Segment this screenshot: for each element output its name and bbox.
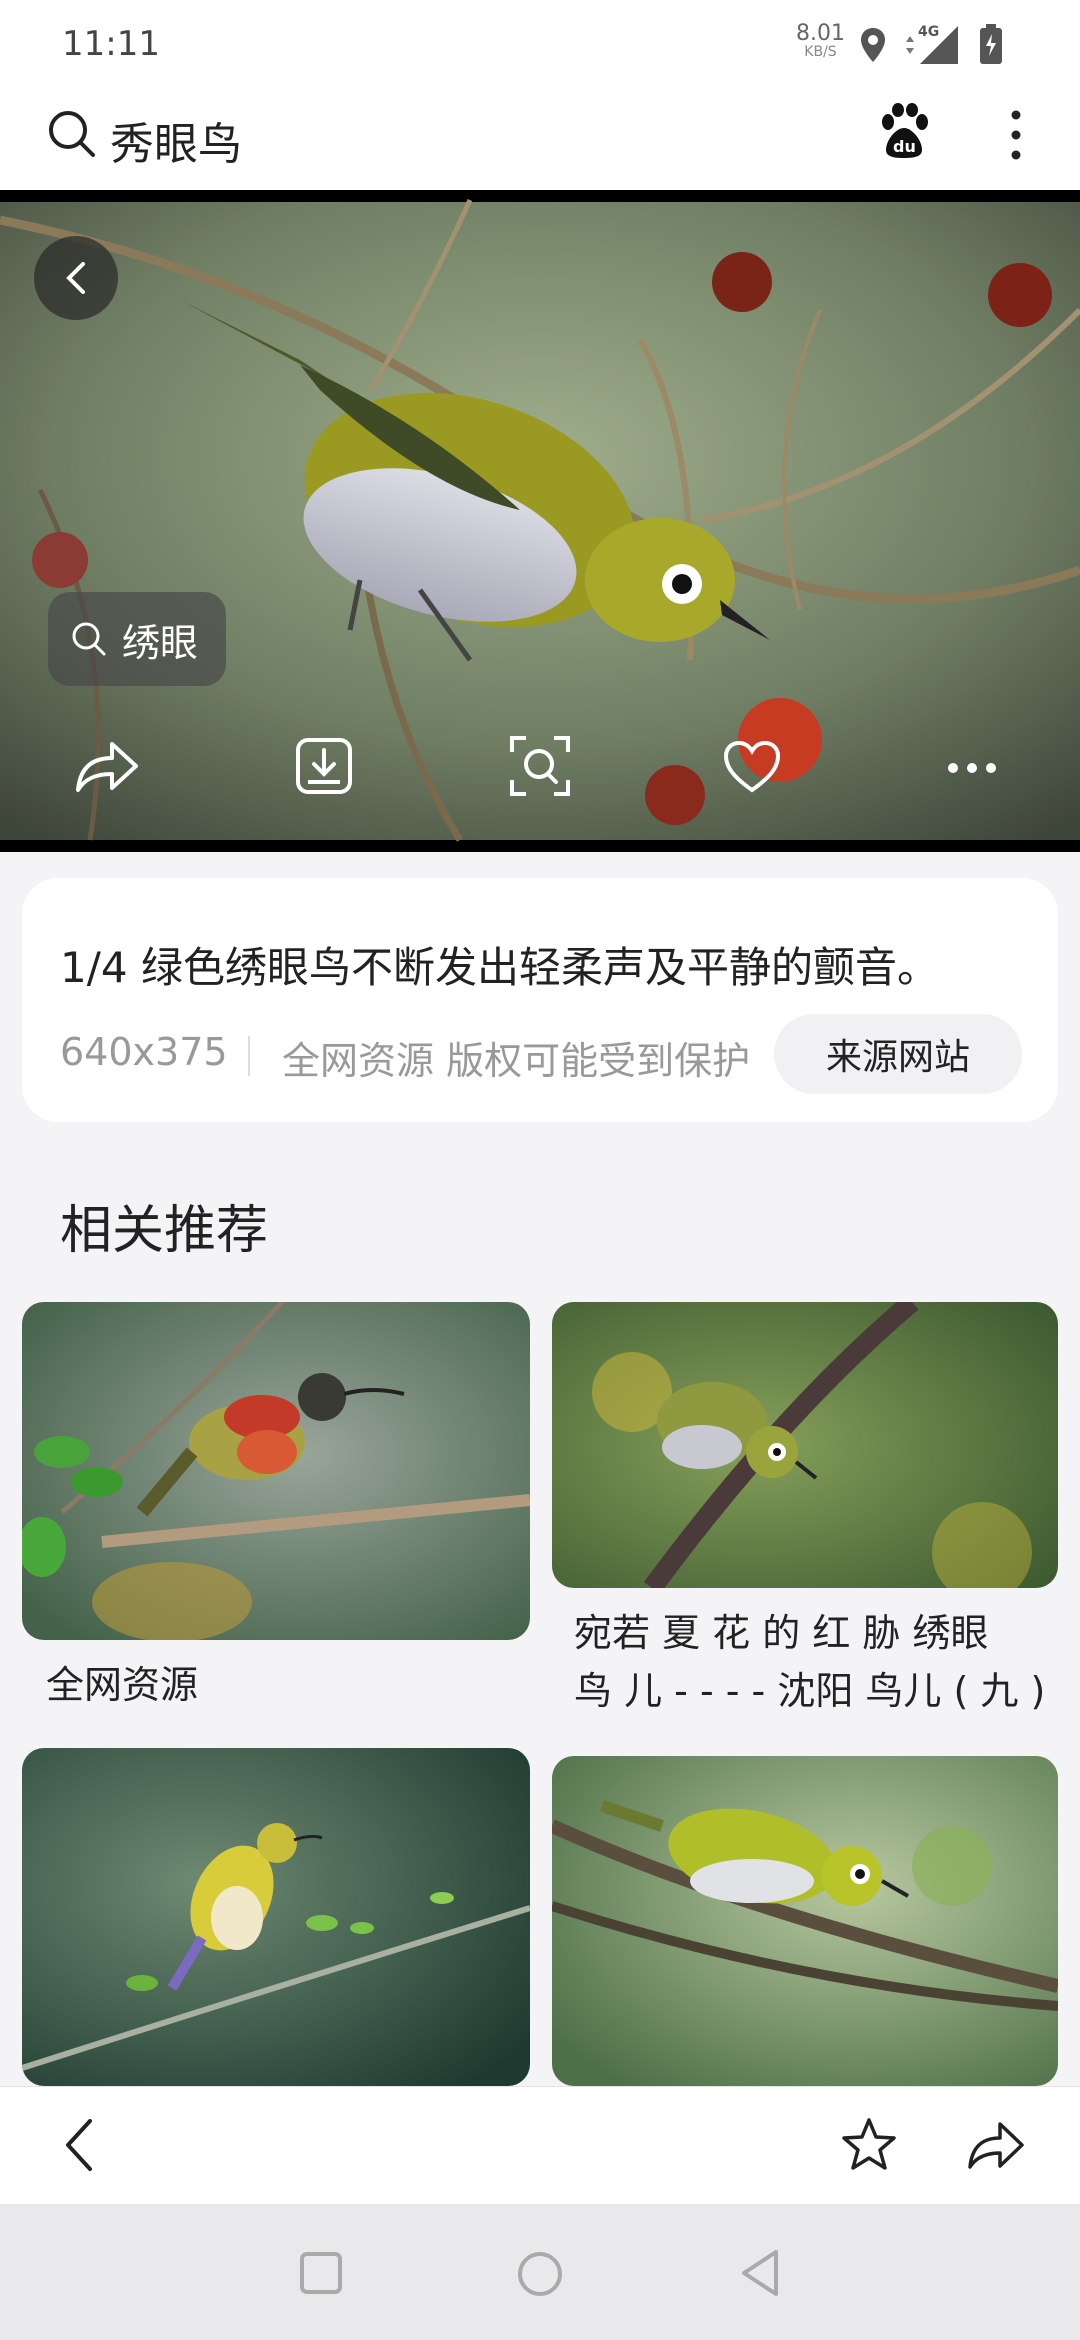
scan-icon[interactable]	[508, 734, 572, 798]
main-photo[interactable]: 绣眼	[0, 190, 1080, 852]
search-header[interactable]: 秀眼鸟 du	[0, 88, 1080, 190]
chevron-left-icon	[66, 262, 85, 294]
related-image-sunbird[interactable]	[22, 1302, 530, 1640]
baidu-paw-icon[interactable]: du	[876, 102, 932, 160]
download-icon[interactable]	[294, 736, 354, 796]
related-caption-1[interactable]: 全网资源	[46, 1656, 198, 1714]
location-icon	[861, 28, 885, 62]
network-speed: 8.01 KB/S	[796, 21, 845, 62]
network-type-label: 4G	[918, 24, 939, 40]
related-caption-2-line1: 宛若 夏 花 的 红 胁 绣眼	[574, 1611, 989, 1655]
system-navigation-bar	[0, 2204, 1080, 2340]
home-circle-icon[interactable]	[516, 2250, 564, 2298]
white-eye-photo-2	[552, 1756, 1058, 2086]
source-site-button[interactable]: 来源网站	[774, 1014, 1022, 1094]
more-vertical-icon[interactable]	[1008, 108, 1024, 162]
related-caption-2[interactable]: 宛若 夏 花 的 红 胁 绣眼 鸟 儿 - - - - 沈阳 鸟儿 ( 九 )	[574, 1604, 1045, 1720]
share-icon[interactable]	[966, 2119, 1026, 2171]
network-speed-value: 8.01	[796, 21, 845, 46]
related-image-white-eye-2[interactable]	[552, 1756, 1058, 2086]
back-triangle-icon[interactable]	[738, 2248, 784, 2298]
divider	[248, 1036, 250, 1076]
related-search-chip[interactable]: 绣眼	[48, 592, 227, 686]
recents-square-icon[interactable]	[298, 2250, 344, 2296]
image-caption: 1/4 绿色绣眼鸟不断发出轻柔声及平静的颤音。	[60, 943, 939, 992]
white-eye-photo	[552, 1302, 1058, 1588]
status-time: 11:11	[62, 24, 160, 64]
search-icon[interactable]	[46, 108, 98, 160]
copyright-note: 全网资源 版权可能受到保护	[282, 1039, 751, 1083]
related-search-chip-label: 绣眼	[122, 620, 199, 665]
search-icon	[72, 622, 106, 656]
bookmark-star-icon[interactable]	[840, 2117, 898, 2173]
signal-icon: 4G	[906, 24, 958, 64]
related-image-white-eye[interactable]	[552, 1302, 1058, 1588]
related-caption-2-line2: 鸟 儿 - - - - 沈阳 鸟儿 ( 九 )	[574, 1669, 1046, 1713]
svg-text:du: du	[893, 137, 916, 156]
image-info-card: 1/4 绿色绣眼鸟不断发出轻柔声及平静的颤音。 640x375 全网资源 版权可…	[22, 878, 1058, 1122]
back-arrow-icon[interactable]	[62, 2117, 96, 2173]
share-icon[interactable]	[74, 738, 140, 794]
battery-icon	[980, 24, 1002, 64]
favorite-heart-icon[interactable]	[722, 740, 782, 794]
more-horizontal-icon[interactable]	[946, 760, 998, 776]
sunbird-photo	[22, 1302, 530, 1640]
bottom-toolbar	[0, 2086, 1080, 2204]
image-dimensions: 640x375	[60, 1030, 228, 1074]
yellow-sunbird-photo	[22, 1748, 530, 2086]
search-query[interactable]: 秀眼鸟	[110, 108, 242, 172]
related-image-yellow-sunbird[interactable]	[22, 1748, 530, 2086]
status-bar: 11:11 8.01 KB/S 4G	[0, 0, 1080, 88]
back-button[interactable]	[34, 236, 118, 320]
related-section-title: 相关推荐	[60, 1201, 269, 1261]
